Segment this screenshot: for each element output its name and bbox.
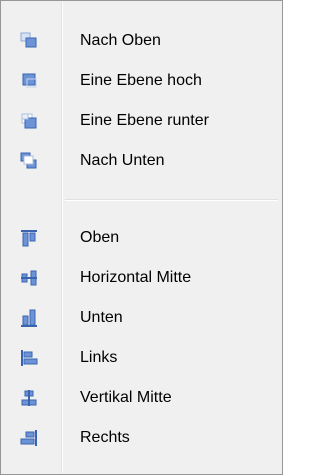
menu-item-align-right[interactable]: Rechts — [3, 418, 280, 458]
align-top-icon — [19, 228, 39, 248]
menu-item-align-vertical-center[interactable]: Vertikal Mitte — [3, 378, 280, 418]
menu-item-label: Vertikal Mitte — [80, 389, 172, 406]
align-horizontal-center-icon — [19, 268, 39, 288]
menu-item-align-horizontal-center[interactable]: Horizontal Mitte — [3, 258, 280, 298]
send-to-back-icon — [19, 151, 39, 171]
menu-item-label: Eine Ebene hoch — [80, 72, 202, 89]
align-right-icon — [19, 428, 39, 448]
menu-item-bring-to-front[interactable]: Nach Oben — [3, 21, 280, 61]
menu-item-label: Nach Unten — [80, 152, 165, 169]
menu-item-align-bottom[interactable]: Unten — [3, 298, 280, 338]
menu-item-label: Rechts — [80, 429, 130, 446]
menu-item-label: Oben — [80, 229, 120, 246]
menu-item-label: Nach Oben — [80, 32, 161, 49]
context-menu: Nach Oben Eine Ebene hoch Eine Ebene run… — [0, 0, 283, 475]
menu-item-align-top[interactable]: Oben — [3, 218, 280, 258]
menu-item-align-left[interactable]: Links — [3, 338, 280, 378]
menu-item-send-to-back[interactable]: Nach Unten — [3, 141, 280, 181]
menu-item-label: Unten — [80, 309, 123, 326]
menu-item-label: Eine Ebene runter — [80, 112, 209, 129]
menu-item-label: Horizontal Mitte — [80, 269, 192, 286]
menu-separator — [65, 199, 278, 201]
bring-to-front-icon — [19, 31, 39, 51]
align-bottom-icon — [19, 308, 39, 328]
send-backward-icon — [19, 111, 39, 131]
align-vertical-center-icon — [19, 388, 39, 408]
align-left-icon — [19, 348, 39, 368]
menu-item-bring-forward[interactable]: Eine Ebene hoch — [3, 61, 280, 101]
bring-forward-icon — [19, 71, 39, 91]
menu-item-label: Links — [80, 349, 118, 366]
menu-item-send-backward[interactable]: Eine Ebene runter — [3, 101, 280, 141]
